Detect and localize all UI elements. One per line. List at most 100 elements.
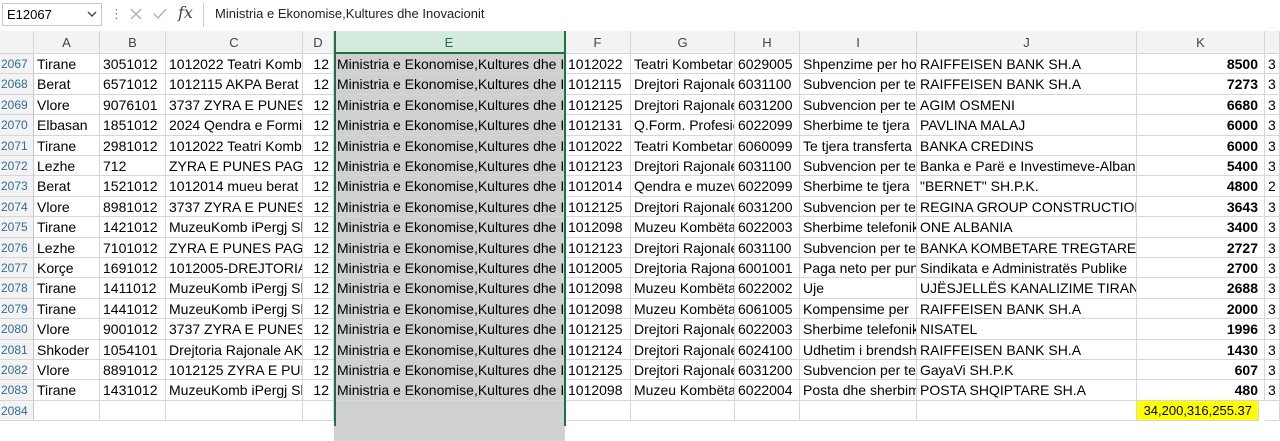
cell-h[interactable]: 6022002 — [735, 278, 800, 299]
cell-d[interactable]: 12 — [303, 115, 334, 136]
cell-l[interactable]: 3 — [1265, 258, 1280, 279]
cell-e[interactable]: Ministria e Ekonomise,Kultures dhe Inova… — [334, 339, 565, 360]
cell-g[interactable]: Drejtori Rajonale — [631, 360, 735, 381]
cell-f[interactable]: 1012115 — [565, 74, 631, 95]
cell-a[interactable]: Tirane — [34, 278, 100, 299]
cell-l[interactable]: 3 — [1265, 360, 1280, 381]
cell-l[interactable]: 3 — [1265, 156, 1280, 177]
column-header-c[interactable]: C — [166, 31, 303, 54]
cell-f[interactable] — [565, 400, 631, 422]
cell-l[interactable]: 3 — [1265, 54, 1280, 75]
cell-j[interactable] — [917, 400, 1137, 422]
more-options-icon[interactable]: ⋮ — [110, 6, 123, 22]
row-number[interactable]: 2069 — [0, 94, 34, 116]
enter-check-icon[interactable] — [151, 5, 169, 23]
cell-i[interactable]: Kompensime per — [800, 298, 917, 320]
cell-c[interactable] — [166, 400, 303, 422]
cell-c[interactable]: 1012022 Teatri Kombetar — [166, 54, 303, 75]
cell-l[interactable] — [1265, 400, 1280, 422]
cell-c[interactable]: 2024 Qendra e Formimit — [166, 115, 303, 136]
cell-j[interactable]: GayaVi SH.P.K — [917, 360, 1137, 381]
column-header-b[interactable]: B — [100, 31, 166, 54]
cell-i[interactable]: Udhetim i brendshem — [800, 339, 917, 360]
cell-i[interactable]: Paga neto per punonjesit — [800, 258, 917, 279]
cell-g[interactable]: Drejtori Rajonale — [631, 156, 735, 177]
cell-b[interactable]: 2981012 — [100, 135, 166, 156]
cell-h[interactable]: 6022099 — [735, 115, 800, 136]
cell-f[interactable]: 1012124 — [565, 339, 631, 360]
cell-e[interactable]: Ministria e Ekonomise,Kultures dhe Inova… — [334, 360, 565, 381]
column-header-a[interactable]: A — [34, 31, 100, 54]
cell-i[interactable] — [800, 400, 917, 422]
cell-f[interactable]: 1012125 — [565, 196, 631, 218]
cell-i[interactable]: Shpenzime per honorare — [800, 54, 917, 75]
cell-e[interactable]: Ministria e Ekonomise,Kultures dhe Inova… — [334, 115, 565, 136]
cell-h[interactable]: 6022003 — [735, 217, 800, 238]
cell-k[interactable]: 5400 — [1137, 156, 1265, 177]
cell-c[interactable]: ZYRA E PUNES PAG NDIHMA — [166, 237, 303, 258]
cell-f[interactable]: 1012125 — [565, 94, 631, 116]
cell-e[interactable]: Ministria e Ekonomise,Kultures dhe Inova… — [334, 156, 565, 177]
cell-j[interactable]: NISATEL — [917, 319, 1137, 340]
cell-g[interactable]: Drejtori Rajonale — [631, 319, 735, 340]
cell-h[interactable]: 6029005 — [735, 54, 800, 75]
cell-d[interactable]: 12 — [303, 298, 334, 320]
cell-k[interactable]: 1996 — [1137, 319, 1265, 340]
cell-a[interactable]: Vlore — [34, 94, 100, 116]
cell-e[interactable]: Ministria e Ekonomise,Kultures dhe Inova… — [334, 94, 565, 116]
cell-b[interactable]: 1441012 — [100, 298, 166, 320]
cell-f[interactable]: 1012123 — [565, 156, 631, 177]
cell-b[interactable]: 1521012 — [100, 176, 166, 197]
cell-i[interactable]: Subvencion per te papune — [800, 74, 917, 95]
column-header-partial[interactable] — [1265, 31, 1280, 54]
cell-h[interactable] — [735, 400, 800, 422]
cell-b[interactable]: 6571012 — [100, 74, 166, 95]
cell-l[interactable]: 3 — [1265, 74, 1280, 95]
cell-a[interactable]: Vlore — [34, 196, 100, 218]
cell-l[interactable]: 3 — [1265, 319, 1280, 340]
cell-k[interactable]: 1430 — [1137, 339, 1265, 360]
cell-a[interactable]: Vlore — [34, 360, 100, 381]
cell-d[interactable]: 12 — [303, 258, 334, 279]
cell-k[interactable]: 6000 — [1137, 115, 1265, 136]
cell-k[interactable]: 2000 — [1137, 298, 1265, 320]
cell-i[interactable]: Subvencion per te papune — [800, 237, 917, 258]
column-header-h[interactable]: H — [735, 31, 800, 54]
cell-c[interactable]: MuzeuKomb iPergj Shq — [166, 278, 303, 299]
cell-f[interactable]: 1012131 — [565, 115, 631, 136]
cell-k[interactable]: 2700 — [1137, 258, 1265, 279]
cell-c[interactable]: MuzeuKomb iPergj Shq — [166, 298, 303, 320]
cell-d[interactable]: 12 — [303, 319, 334, 340]
cell-d[interactable]: 12 — [303, 94, 334, 116]
cell-d[interactable]: 12 — [303, 360, 334, 381]
cell-k[interactable]: 2688 — [1137, 278, 1265, 299]
cell-g[interactable]: Q.Form. Profesionale — [631, 115, 735, 136]
cell-f[interactable]: 1012098 — [565, 298, 631, 320]
cell-c[interactable]: MuzeuKomb iPergj Shq — [166, 217, 303, 238]
cell-i[interactable]: Te tjera transferta — [800, 135, 917, 156]
cell-a[interactable]: Lezhe — [34, 156, 100, 177]
cell-f[interactable]: 1012098 — [565, 380, 631, 401]
cell-f[interactable]: 1012125 — [565, 319, 631, 340]
cancel-icon[interactable] — [127, 5, 145, 23]
cell-d[interactable]: 12 — [303, 54, 334, 75]
cell-k[interactable]: 6000 — [1137, 135, 1265, 156]
row-number[interactable]: 2070 — [0, 115, 34, 136]
cell-e[interactable]: Ministria e Ekonomise,Kultures dhe Inova… — [334, 54, 565, 75]
cell-d[interactable] — [303, 400, 334, 422]
cell-b[interactable]: 1411012 — [100, 278, 166, 299]
chevron-down-icon[interactable] — [86, 8, 98, 20]
cell-j[interactable]: UJËSJELLËS KANALIZIME TIRANË — [917, 278, 1137, 299]
cell-c[interactable]: 1012115 AKPA Berat — [166, 74, 303, 95]
cell-f[interactable]: 1012014 — [565, 176, 631, 197]
cell-c[interactable]: 1012014 mueu berat — [166, 176, 303, 197]
insert-function-icon[interactable]: fx — [178, 3, 193, 22]
cell-j[interactable]: BANKA KOMBETARE TREGTARE — [917, 237, 1137, 258]
cell-e[interactable] — [334, 400, 565, 422]
cell-d[interactable]: 12 — [303, 176, 334, 197]
cell-h[interactable]: 6060099 — [735, 135, 800, 156]
cell-d[interactable]: 12 — [303, 74, 334, 95]
cell-g[interactable]: Muzeu Kombëtar — [631, 217, 735, 238]
cell-g[interactable]: Drejtori Rajonale — [631, 196, 735, 218]
cell-j[interactable]: ONE ALBANIA — [917, 217, 1137, 238]
